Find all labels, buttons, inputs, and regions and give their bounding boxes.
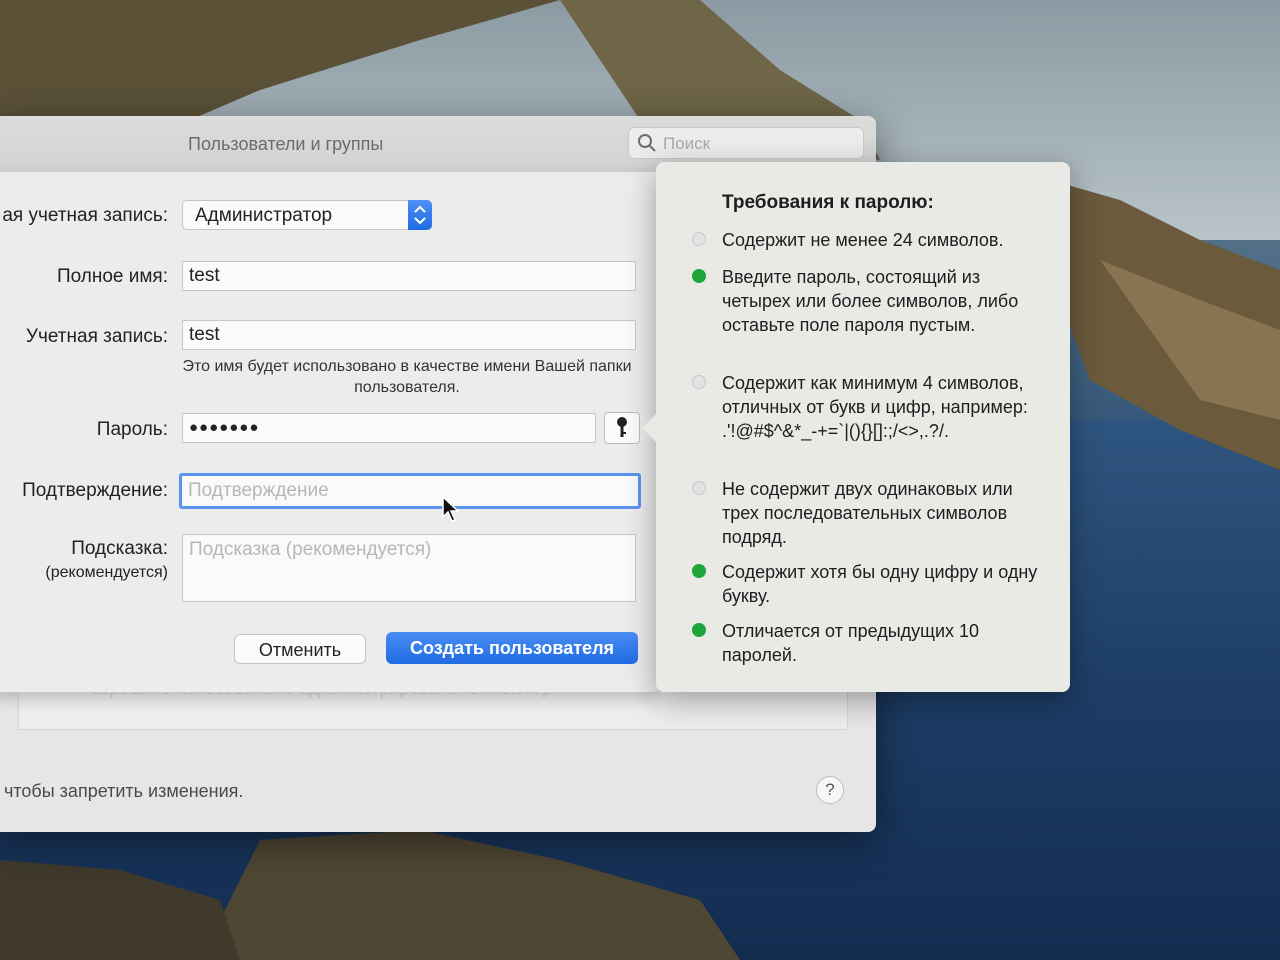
help-button[interactable]: ?	[816, 776, 844, 804]
account-name-field[interactable]: test	[182, 320, 636, 350]
search-placeholder: Поиск	[663, 134, 711, 153]
password-assistant-button[interactable]	[604, 412, 640, 444]
chevron-updown-icon	[408, 200, 432, 230]
confirm-password-field[interactable]: Подтверждение	[179, 473, 641, 509]
status-dot-icon	[692, 481, 706, 495]
account-type-value: Администратор	[195, 205, 333, 226]
status-dot-icon	[692, 564, 706, 578]
cancel-button[interactable]: Отменить	[234, 634, 366, 664]
full-name-field[interactable]: test	[182, 261, 636, 291]
account-name-hint: Это имя будет использовано в качестве им…	[182, 358, 632, 396]
search-field[interactable]: Поиск	[628, 127, 864, 159]
hint-field[interactable]: Подсказка (рекомендуется)	[182, 534, 636, 602]
key-icon	[617, 417, 627, 437]
status-dot-icon	[692, 375, 706, 389]
account-type-popup[interactable]: Администратор	[182, 200, 432, 230]
requirements-title: Требования к паролю:	[722, 192, 934, 213]
password-label: Пароль:	[96, 419, 168, 440]
status-dot-icon	[692, 232, 706, 246]
full-name-label: Полное имя:	[56, 266, 168, 287]
new-account-sheet: ая учетная запись: Администратор Полное …	[0, 172, 658, 693]
password-requirements-popover: Требования к паролю: Содержит не менее 2…	[642, 162, 1070, 692]
status-dot-icon	[692, 623, 706, 637]
confirm-label: Подтверждение:	[22, 480, 168, 501]
mouse-pointer-icon	[442, 496, 460, 522]
confirm-placeholder: Подтверждение	[188, 480, 329, 501]
popover-arrow	[642, 412, 658, 444]
account-type-label: ая учетная запись:	[2, 205, 168, 226]
window-title: Пользователи и группы	[188, 134, 384, 154]
hint-label-sub: (рекомендуется)	[45, 564, 168, 581]
account-name-label: Учетная запись:	[25, 326, 168, 347]
search-icon	[638, 134, 656, 152]
status-dot-icon	[692, 269, 706, 283]
hint-placeholder: Подсказка (рекомендуется)	[189, 539, 432, 560]
password-field[interactable]: ●●●●●●●	[182, 413, 596, 443]
hint-label: Подсказка:	[71, 538, 168, 559]
create-user-button[interactable]: Создать пользователя	[386, 632, 638, 664]
lock-hint-text: чтобы запретить изменения.	[4, 781, 244, 801]
